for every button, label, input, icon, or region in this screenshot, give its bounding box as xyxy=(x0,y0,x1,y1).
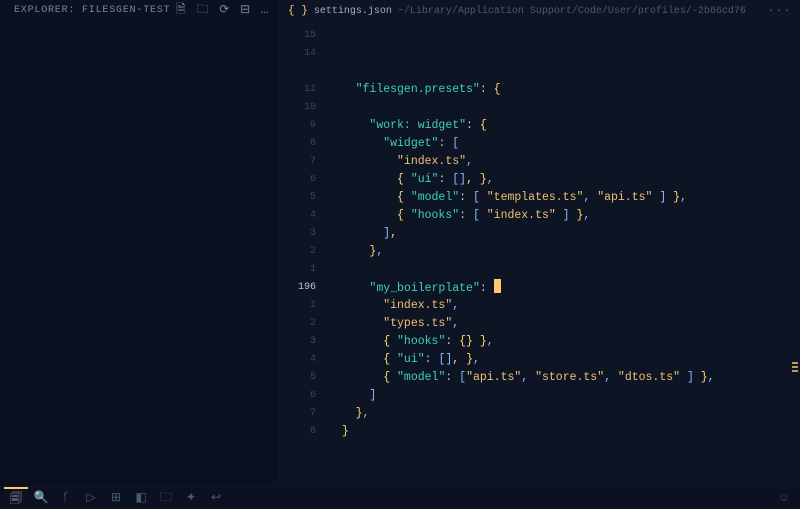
code-line[interactable]: 4 { "ui": [], }, xyxy=(280,350,800,368)
more-icon[interactable]: … xyxy=(261,4,269,16)
code-line[interactable]: 11 "filesgen.presets": { xyxy=(280,80,800,98)
line-number: 2 xyxy=(280,246,328,257)
line-number: 8 xyxy=(280,138,328,149)
code-line[interactable]: 7 }, xyxy=(280,404,800,422)
line-number: 7 xyxy=(280,156,328,167)
line-number: 5 xyxy=(280,192,328,203)
line-content[interactable]: "types.ts", xyxy=(328,317,800,330)
line-content[interactable]: "widget": [ xyxy=(328,137,800,150)
line-content[interactable]: { "hooks": {} }, xyxy=(328,335,800,348)
activity-bar: 🗐 🔍 ᚶ ▷ ⊞ ◧ 🗀 ✦ ↩ ☺ xyxy=(0,486,800,508)
line-number: 4 xyxy=(280,210,328,221)
line-number: 3 xyxy=(280,228,328,239)
code-line[interactable]: 15 xyxy=(280,26,800,44)
code-line[interactable]: 2 "types.ts", xyxy=(280,314,800,332)
line-number: 8 xyxy=(280,426,328,437)
line-content[interactable]: { "ui": [], }, xyxy=(328,173,800,186)
line-content[interactable]: "my_boilerplate": xyxy=(328,279,800,295)
folder-icon[interactable]: 🗀 xyxy=(154,487,178,509)
line-number: 3 xyxy=(280,336,328,347)
line-number: 6 xyxy=(280,174,328,185)
minimap-marker xyxy=(792,370,798,372)
line-content[interactable]: "filesgen.presets": { xyxy=(328,83,800,96)
code-line[interactable]: 7 "index.ts", xyxy=(280,152,800,170)
line-content[interactable]: ] xyxy=(328,389,800,402)
line-content[interactable] xyxy=(328,263,800,276)
search-icon[interactable]: 🔍 xyxy=(29,487,53,509)
line-content[interactable]: { "model": [ "templates.ts", "api.ts" ] … xyxy=(328,191,800,204)
run-debug-icon[interactable]: ▷ xyxy=(79,487,103,509)
line-content[interactable]: ], xyxy=(328,227,800,240)
line-number: 14 xyxy=(280,48,328,59)
code-line[interactable]: 2 }, xyxy=(280,242,800,260)
collapse-icon[interactable]: ⊟ xyxy=(240,4,251,16)
line-number: 9 xyxy=(280,120,328,131)
line-content[interactable]: "index.ts", xyxy=(328,155,800,168)
line-number: 1 xyxy=(280,300,328,311)
minimap-marker xyxy=(792,362,798,364)
json-file-icon: { } xyxy=(288,6,308,17)
line-content[interactable] xyxy=(328,101,800,114)
line-content[interactable] xyxy=(328,65,800,78)
code-area[interactable]: 15 14 11 "filesgen.presets": {10 9 "work… xyxy=(280,22,800,486)
code-line[interactable]: 5 { "model": [ "templates.ts", "api.ts" … xyxy=(280,188,800,206)
code-line[interactable] xyxy=(280,62,800,80)
explorer-body[interactable] xyxy=(0,20,279,486)
line-content[interactable]: "work: widget": { xyxy=(328,119,800,132)
line-content[interactable]: }, xyxy=(328,245,800,258)
new-file-icon[interactable]: 🗎 xyxy=(176,4,186,16)
line-content[interactable]: } xyxy=(328,425,800,438)
line-number: 15 xyxy=(280,30,328,41)
source-control-icon[interactable]: ᚶ xyxy=(54,487,78,509)
editor-tabbar: { } settings.json ~/Library/Application … xyxy=(280,0,800,22)
tab-more-icon[interactable]: ··· xyxy=(768,6,792,17)
files-icon[interactable]: 🗐 xyxy=(4,487,28,509)
line-number: 5 xyxy=(280,372,328,383)
code-line[interactable]: 14 xyxy=(280,44,800,62)
editor-pane: { } settings.json ~/Library/Application … xyxy=(280,0,800,486)
code-line[interactable]: 6 { "ui": [], }, xyxy=(280,170,800,188)
line-number: 7 xyxy=(280,408,328,419)
tab-filepath: ~/Library/Application Support/Code/User/… xyxy=(398,6,746,17)
extensions-icon[interactable]: ⊞ xyxy=(104,487,128,509)
code-line[interactable]: 6 ] xyxy=(280,386,800,404)
line-content[interactable]: }, xyxy=(328,407,800,420)
line-content[interactable]: "index.ts", xyxy=(328,299,800,312)
line-number: 11 xyxy=(280,84,328,95)
line-number: 10 xyxy=(280,102,328,113)
code-line[interactable]: 3 { "hooks": {} }, xyxy=(280,332,800,350)
code-line[interactable]: 4 { "hooks": [ "index.ts" ] }, xyxy=(280,206,800,224)
explorer-title: EXPLORER: FILESGEN-TEST xyxy=(14,5,170,16)
layout-icon[interactable]: ◧ xyxy=(129,487,153,509)
text-cursor xyxy=(494,279,501,293)
minimap-marker xyxy=(792,366,798,368)
line-content[interactable]: { "ui": [], }, xyxy=(328,353,800,366)
refresh-icon[interactable]: ⟳ xyxy=(219,4,230,16)
line-number: 4 xyxy=(280,354,328,365)
line-content[interactable] xyxy=(328,47,800,60)
code-line[interactable]: 3 ], xyxy=(280,224,800,242)
explorer-sidebar: EXPLORER: FILESGEN-TEST 🗎 🗀 ⟳ ⊟ … xyxy=(0,0,280,486)
code-line[interactable]: 10 xyxy=(280,98,800,116)
wrap-icon[interactable]: ↩ xyxy=(204,487,228,509)
code-line[interactable]: 8 } xyxy=(280,422,800,440)
new-folder-icon[interactable]: 🗀 xyxy=(196,4,209,16)
code-line[interactable]: 5 { "model": ["api.ts", "store.ts", "dto… xyxy=(280,368,800,386)
line-number: 196 xyxy=(280,282,328,293)
code-line[interactable]: 1 "index.ts", xyxy=(280,296,800,314)
lint-icon[interactable]: ✦ xyxy=(179,487,203,509)
tab-filename[interactable]: settings.json xyxy=(314,6,392,17)
code-line[interactable]: 1 xyxy=(280,260,800,278)
line-number: 1 xyxy=(280,264,328,275)
code-line[interactable]: 196 "my_boilerplate": xyxy=(280,278,800,296)
line-content[interactable]: { "model": ["api.ts", "store.ts", "dtos.… xyxy=(328,371,800,384)
line-number: 2 xyxy=(280,318,328,329)
line-content[interactable] xyxy=(328,29,800,42)
code-line[interactable]: 9 "work: widget": { xyxy=(280,116,800,134)
account-icon[interactable]: ☺ xyxy=(772,487,796,509)
line-content[interactable]: { "hooks": [ "index.ts" ] }, xyxy=(328,209,800,222)
line-number: 6 xyxy=(280,390,328,401)
minimap[interactable] xyxy=(786,22,800,486)
code-line[interactable]: 8 "widget": [ xyxy=(280,134,800,152)
